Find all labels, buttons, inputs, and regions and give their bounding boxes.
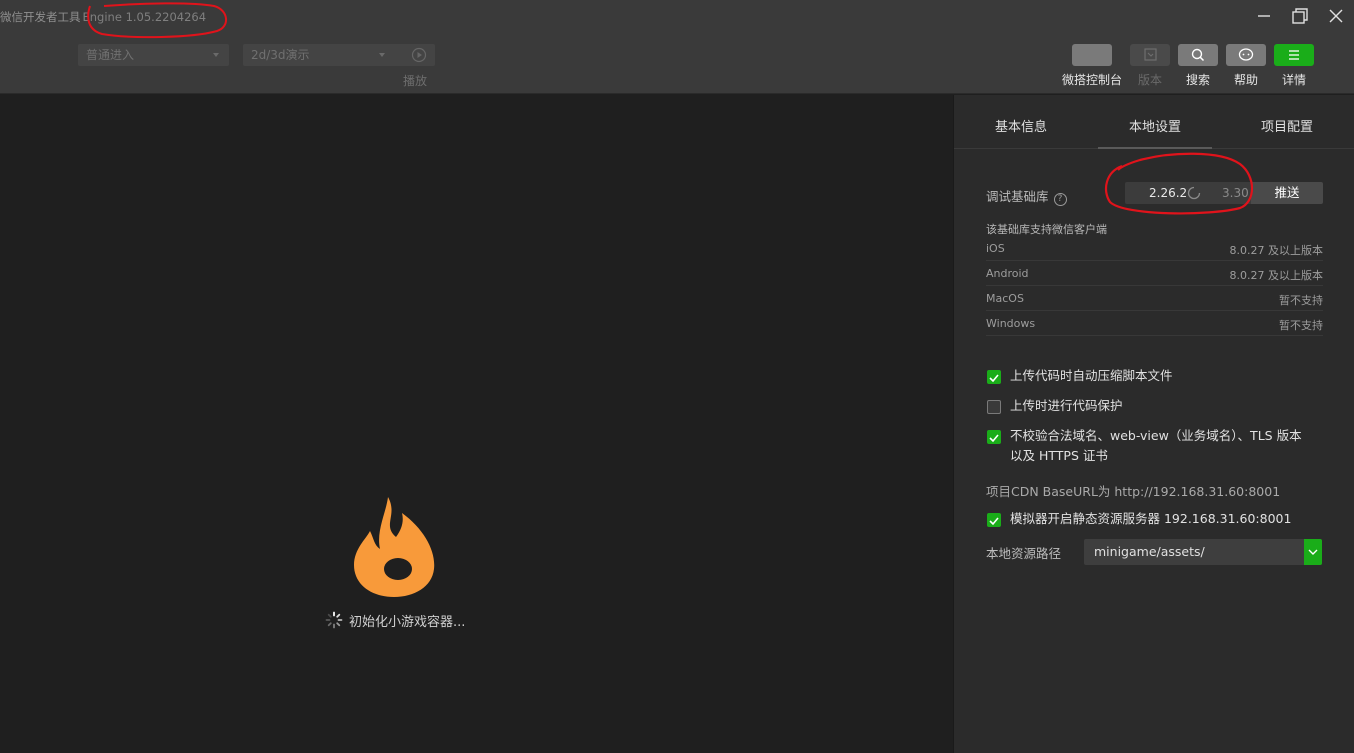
platform-row: Windows 暂不支持 bbox=[986, 311, 1323, 336]
demo-select-value: 2d/3d演示 bbox=[251, 48, 310, 62]
loading-text: 初始化小游戏容器... bbox=[349, 615, 466, 630]
minimize-icon[interactable] bbox=[1253, 5, 1275, 27]
search-button[interactable] bbox=[1178, 44, 1218, 66]
local-path-select[interactable]: minigame/assets/ bbox=[1084, 539, 1322, 565]
version-icon bbox=[1144, 48, 1157, 61]
devtools-window: 微信开发者工具 Engine 1.05.2204264 普通进入 2d/3d演示 … bbox=[0, 0, 1354, 753]
panel-tabs: 基本信息 本地设置 项目配置 bbox=[954, 95, 1354, 149]
flame-logo-icon bbox=[354, 497, 435, 597]
compress-script-label: 上传代码时自动压缩脚本文件 bbox=[1010, 368, 1173, 383]
push-button[interactable]: 推送 bbox=[1251, 182, 1323, 204]
compress-script-checkbox[interactable] bbox=[987, 370, 1001, 384]
debug-lib-row: 调试基础库? bbox=[986, 186, 1067, 206]
skip-domain-check-checkbox[interactable] bbox=[987, 430, 1001, 444]
window-title: 微信开发者工具 Engine 1.05.2204264 bbox=[0, 9, 206, 25]
tab-basic-info[interactable]: 基本信息 bbox=[995, 116, 1047, 135]
search-label: 搜索 bbox=[1185, 73, 1210, 87]
help-question-icon[interactable]: ? bbox=[1053, 193, 1067, 206]
demo-select[interactable]: 2d/3d演示 bbox=[243, 44, 435, 66]
check-icon bbox=[989, 434, 999, 443]
active-tab-indicator bbox=[1098, 147, 1212, 149]
simulator-area: 初始化小游戏容器... bbox=[0, 95, 953, 753]
static-server-checkbox[interactable] bbox=[987, 513, 1001, 527]
cdn-baseurl-text: 项目CDN BaseURL为 http://192.168.31.60:8001 bbox=[986, 484, 1281, 499]
search-icon bbox=[1191, 48, 1205, 62]
compile-mode-select[interactable]: 普通进入 bbox=[78, 44, 229, 66]
spinner-icon bbox=[325, 611, 343, 629]
chevron-down-icon bbox=[213, 53, 219, 57]
details-panel: 基本信息 本地设置 项目配置 调试基础库? 2.26.2 3.30 推送 该基础… bbox=[953, 95, 1354, 753]
version-slider[interactable]: 2.26.2 3.30 bbox=[1125, 182, 1251, 204]
app-title: 微信开发者工具 bbox=[0, 10, 81, 24]
details-button[interactable] bbox=[1274, 44, 1314, 66]
version-current: 2.26.2 bbox=[1149, 186, 1188, 200]
check-icon bbox=[989, 374, 999, 383]
version-next: 3.30 bbox=[1222, 186, 1249, 200]
tab-local-settings[interactable]: 本地设置 bbox=[1129, 116, 1181, 135]
platform-name: iOS bbox=[986, 242, 1005, 255]
debug-lib-label: 调试基础库 bbox=[986, 189, 1049, 204]
local-path-label: 本地资源路径 bbox=[986, 546, 1062, 561]
platform-row: Android 8.0.27 及以上版本 bbox=[986, 261, 1323, 286]
loading-indicator: 初始化小游戏容器... bbox=[325, 611, 465, 630]
version-button[interactable] bbox=[1130, 44, 1170, 66]
platform-name: MacOS bbox=[986, 292, 1024, 305]
play-label: 播放 bbox=[403, 74, 428, 88]
platform-row: MacOS 暂不支持 bbox=[986, 286, 1323, 311]
chevron-down-icon bbox=[1308, 549, 1318, 555]
chevron-down-icon bbox=[379, 53, 385, 57]
details-label: 详情 bbox=[1281, 73, 1306, 87]
version-label: 版本 bbox=[1137, 73, 1162, 87]
dropdown-button[interactable] bbox=[1304, 539, 1322, 565]
wedaconsole-label: 微搭控制台 bbox=[1062, 73, 1123, 87]
help-button[interactable] bbox=[1226, 44, 1266, 66]
static-server-label: 模拟器开启静态资源服务器 192.168.31.60:8001 bbox=[1010, 511, 1292, 526]
play-icon[interactable] bbox=[411, 47, 427, 63]
platform-support: 暂不支持 bbox=[1279, 319, 1323, 332]
tab-project-config[interactable]: 项目配置 bbox=[1261, 116, 1313, 135]
platform-support: 8.0.27 及以上版本 bbox=[1229, 244, 1323, 257]
compile-mode-value: 普通进入 bbox=[86, 48, 135, 62]
wedaconsole-button[interactable] bbox=[1072, 44, 1112, 66]
platform-name: Windows bbox=[986, 317, 1036, 330]
toolbar: 普通进入 2d/3d演示 播放 微搭控制台 版本 搜索 帮助 详情 bbox=[0, 34, 1354, 94]
engine-version: Engine 1.05.2204264 bbox=[82, 10, 207, 24]
code-protect-label: 上传时进行代码保护 bbox=[1010, 398, 1123, 413]
check-icon bbox=[989, 517, 999, 526]
skip-domain-check-label: 不校验合法域名、web-view（业务域名）、TLS 版本以及 HTTPS 证书 bbox=[1010, 428, 1302, 463]
title-bar: 微信开发者工具 Engine 1.05.2204264 bbox=[0, 0, 1354, 34]
platform-row: iOS 8.0.27 及以上版本 bbox=[986, 236, 1323, 261]
close-icon[interactable] bbox=[1325, 5, 1347, 27]
platform-support: 暂不支持 bbox=[1279, 294, 1323, 307]
code-protect-checkbox[interactable] bbox=[987, 400, 1001, 414]
loading-ring-icon bbox=[1187, 186, 1201, 200]
menu-icon bbox=[1289, 50, 1299, 60]
platform-support: 8.0.27 及以上版本 bbox=[1229, 269, 1323, 282]
chat-bubble-icon bbox=[1238, 48, 1254, 61]
local-path-value: minigame/assets/ bbox=[1094, 544, 1205, 559]
platform-name: Android bbox=[986, 267, 1029, 280]
restore-icon[interactable] bbox=[1289, 5, 1311, 27]
support-title: 该基础库支持微信客户端 bbox=[986, 223, 1107, 236]
help-label: 帮助 bbox=[1233, 73, 1258, 87]
